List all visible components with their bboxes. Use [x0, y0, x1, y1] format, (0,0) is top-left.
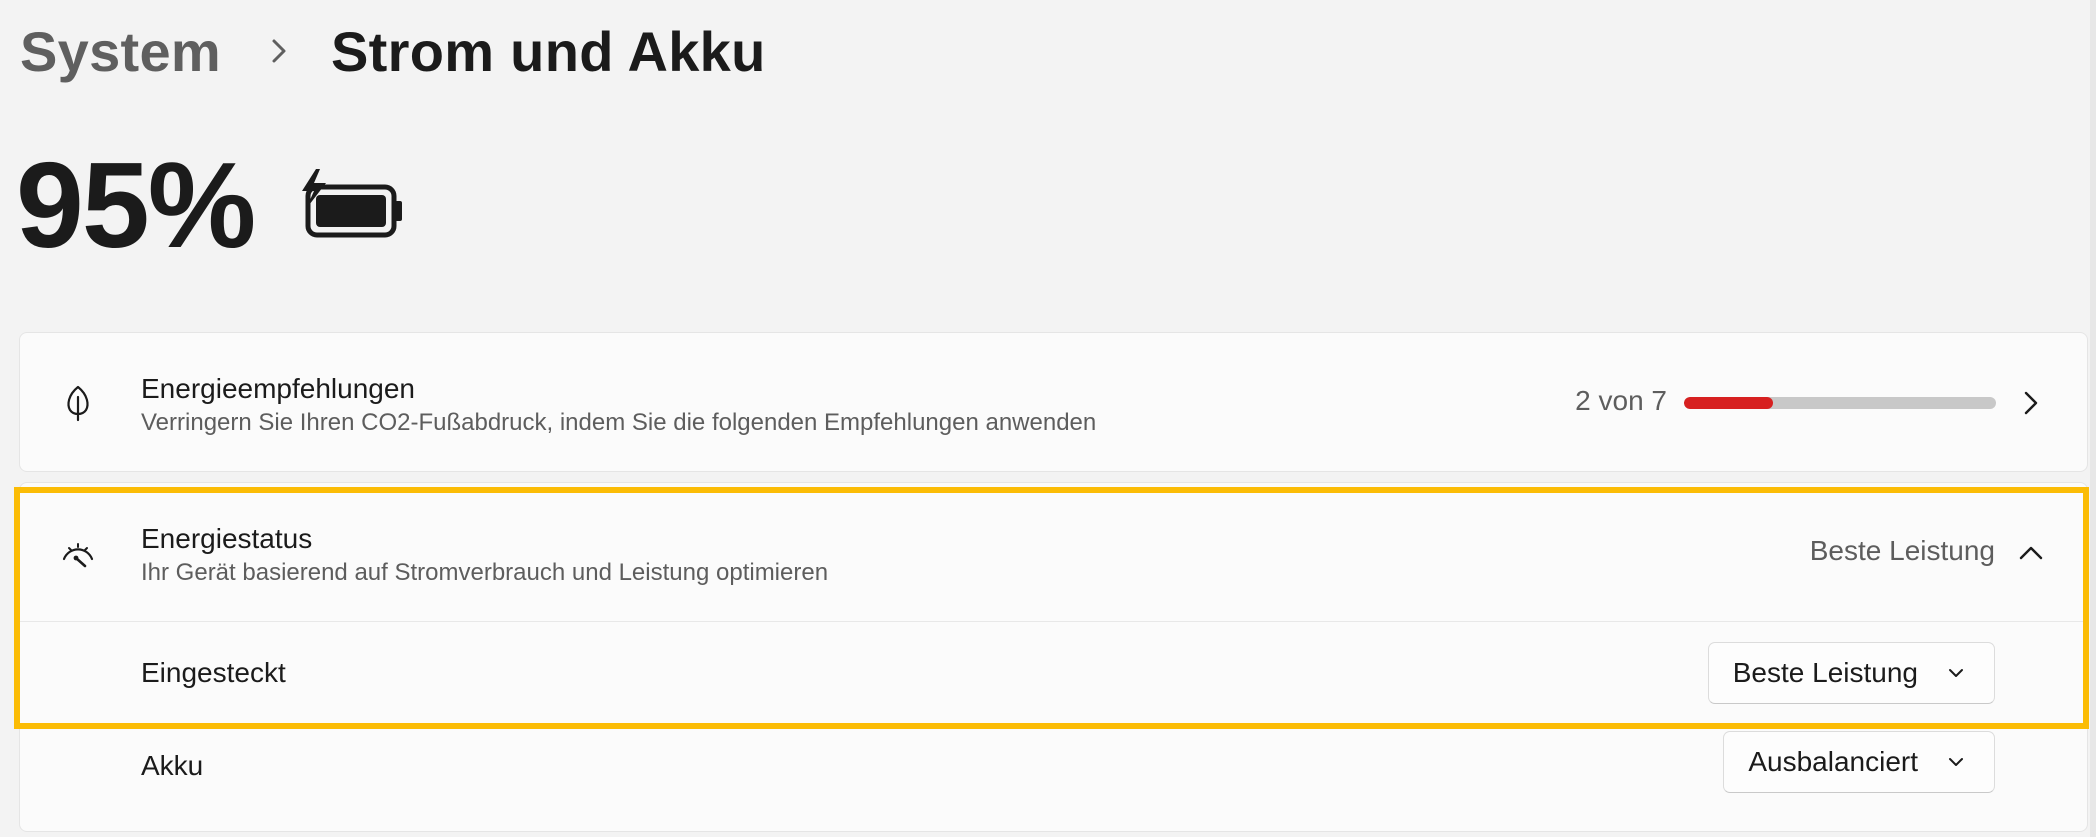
plugged-in-label: Eingesteckt: [141, 657, 286, 688]
leaf-icon: [67, 385, 89, 422]
plugged-in-selected-value: Beste Leistung: [1732, 657, 1918, 688]
on-battery-selected-value: Ausbalanciert: [1748, 746, 1918, 777]
plugged-in-power-mode-dropdown[interactable]: Beste Leistung: [1707, 642, 1995, 704]
power-mode-subtitle: Ihr Gerät basierend auf Stromverbrauch u…: [141, 559, 829, 586]
chevron-right-icon: [251, 23, 307, 79]
on-battery-label: Akku: [141, 750, 204, 781]
power-mode-title: Energiestatus: [141, 523, 313, 554]
gauge-icon: [62, 543, 94, 568]
window-edge: [2090, 0, 2096, 837]
breadcrumb-system-link[interactable]: System: [20, 19, 221, 84]
plugged-in-row: Eingesteckt Beste Leistung: [20, 622, 2087, 726]
recommendations-count: 2 von 7: [1575, 385, 1667, 416]
power-mode-header[interactable]: Energiestatus Ihr Gerät basierend auf St…: [20, 483, 2087, 621]
energy-recommendations-title: Energieempfehlungen: [141, 373, 415, 404]
breadcrumb: System Strom und Akku: [20, 12, 766, 90]
chevron-up-icon[interactable]: [2011, 533, 2051, 573]
energy-recommendations-subtitle: Verringern Sie Ihren CO2-Fußabdruck, ind…: [141, 409, 1097, 436]
on-battery-row: Akku Ausbalanciert: [20, 727, 2087, 831]
chevron-right-icon[interactable]: [2011, 383, 2051, 423]
chevron-down-icon: [1949, 758, 1963, 766]
battery-summary: 95%: [16, 140, 410, 270]
recommendations-progress-bar: [1684, 397, 1996, 409]
power-mode-card: Energiestatus Ihr Gerät basierend auf St…: [19, 482, 2088, 832]
on-battery-power-mode-dropdown[interactable]: Ausbalanciert: [1723, 731, 1995, 793]
battery-percentage: 95%: [16, 137, 256, 273]
battery-charging-icon: [302, 169, 403, 238]
power-mode-current-value: Beste Leistung: [1809, 535, 1995, 566]
energy-recommendations-card[interactable]: Energieempfehlungen Verringern Sie Ihren…: [19, 332, 2088, 472]
chevron-down-icon: [1949, 669, 1963, 677]
page-title: Strom und Akku: [331, 19, 766, 83]
recommendations-progress-fill: [1684, 397, 1774, 409]
